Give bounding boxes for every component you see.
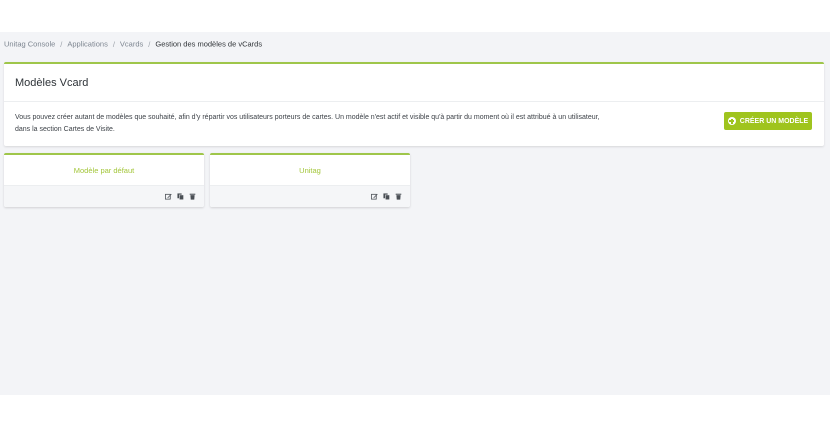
template-card-title[interactable]: Unitag xyxy=(210,155,410,185)
edit-icon[interactable] xyxy=(165,193,172,200)
create-template-button[interactable]: CRÉER UN MODÈLE xyxy=(724,112,812,130)
breadcrumb-separator: / xyxy=(60,39,63,49)
template-card-actions xyxy=(4,185,204,207)
breadcrumb-separator: / xyxy=(148,39,151,49)
breadcrumb: Unitag Console / Applications / Vcards / Gesti… xyxy=(4,39,262,49)
panel-description: Vous pouvez créer autant de modèles que … xyxy=(15,114,600,133)
create-template-label: CRÉER UN MODÈLE xyxy=(739,117,809,125)
page-title: Modèles Vcard xyxy=(15,76,89,89)
edit-icon[interactable] xyxy=(371,193,378,200)
breadcrumb-current: Gestion des modèles de vCards xyxy=(155,39,263,49)
breadcrumb-item-console[interactable]: Unitag Console xyxy=(4,40,55,49)
template-card-title[interactable]: Modèle par défaut xyxy=(4,155,204,185)
top-bar xyxy=(0,0,830,32)
panel-header: Modèles Vcard xyxy=(4,64,824,102)
panel-body: Vous pouvez créer autant de modèles que … xyxy=(4,102,824,146)
copy-icon[interactable] xyxy=(177,193,184,200)
copy-icon[interactable] xyxy=(383,193,390,200)
trash-icon[interactable] xyxy=(189,193,196,200)
trash-icon[interactable] xyxy=(395,193,402,200)
breadcrumb-item-applications[interactable]: Applications xyxy=(67,40,107,49)
vcard-templates-panel: Modèles Vcard Vous pouvez créer autant d… xyxy=(4,62,824,146)
template-card-actions xyxy=(210,185,410,207)
plus-circle-icon xyxy=(727,117,736,125)
main-content: Unitag Console / Applications / Vcards / Gesti… xyxy=(0,32,830,395)
breadcrumb-item-vcards[interactable]: Vcards xyxy=(120,40,143,49)
breadcrumb-separator: / xyxy=(112,39,115,49)
template-card[interactable]: Modèle par défaut xyxy=(4,153,204,207)
template-card[interactable]: Unitag xyxy=(210,153,410,207)
